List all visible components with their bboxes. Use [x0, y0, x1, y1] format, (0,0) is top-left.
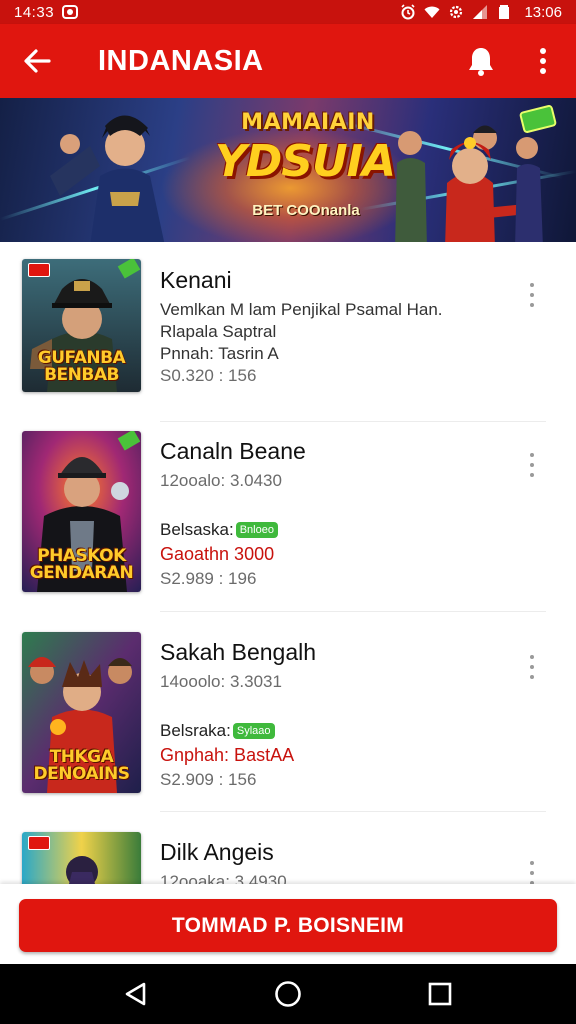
item-name: Sakah Bengalh — [160, 639, 317, 665]
status-icons: 13:06 — [400, 4, 562, 21]
list-item[interactable]: GUFANBA BENBAB Kenani Vemlkan M lam Penj… — [0, 242, 576, 422]
status-label: Belsraka: — [160, 721, 231, 740]
item-meta: 12ooaka: 3.4930 — [160, 872, 287, 884]
banner-hero-left — [50, 115, 165, 242]
page-title: INDANASIA — [98, 44, 264, 77]
item-info: Kenani Vemlkan M lam Penjikal Psamal Han… — [160, 267, 520, 387]
battery-icon — [496, 4, 512, 20]
item-subtitle: Rlapala Saptral — [160, 322, 277, 341]
app-notification-icon — [62, 5, 79, 19]
item-meta: 12ooalo: 3.0430 — [160, 471, 282, 490]
thumbnail-title: PHASKOK GENDARAN — [29, 546, 134, 583]
item-thumbnail: PHASKOK GENDARAN — [22, 431, 141, 592]
item-price: S2.989 : 196 — [160, 569, 257, 588]
more-vert-icon[interactable] — [526, 44, 560, 78]
app-badge-icon — [28, 263, 50, 277]
item-name: Dilk Angeis — [160, 839, 274, 865]
status-time-right: 13:06 — [524, 3, 562, 21]
item-name: Kenani — [160, 267, 232, 293]
system-nav-bar — [0, 964, 576, 1024]
item-status-row: Belsaska: Bnloeo — [160, 518, 520, 542]
item-description: Vemlkan M lam Penjikal Psamal Han. — [160, 300, 443, 319]
more-vert-icon[interactable] — [522, 450, 542, 480]
back-triangle-icon[interactable] — [116, 974, 156, 1014]
app-bar-actions — [464, 44, 560, 78]
banner-line2: YDSUIA — [214, 136, 396, 187]
settings-icon — [448, 4, 464, 20]
item-status-row: Belsraka: Sylaao — [160, 719, 520, 743]
status-bar: 14:33 13:06 — [0, 0, 576, 24]
promo-banner[interactable]: MAMAIAIN YDSUIA BET COOnanla — [0, 98, 576, 242]
status-badge: Sylaao — [232, 723, 275, 739]
back-arrow-icon[interactable] — [20, 44, 54, 78]
item-info: Sakah Bengalh 14ooolo: 3.3031 Belsraka: … — [160, 639, 520, 791]
bottom-action-area: TOMMAD P. BOISNEIM — [0, 884, 576, 964]
more-vert-icon[interactable] — [522, 280, 542, 310]
item-meta: 14ooolo: 3.3031 — [160, 672, 282, 691]
item-price: S2.909 : 156 — [160, 770, 257, 789]
home-circle-icon[interactable] — [268, 974, 308, 1014]
divider — [160, 811, 546, 812]
banner-line3: BET COOnanla — [252, 202, 360, 219]
more-vert-icon[interactable] — [522, 858, 542, 884]
item-price: S0.320 : 156 — [160, 366, 257, 385]
status-badge: Bnloeo — [235, 522, 278, 538]
primary-action-button[interactable]: TOMMAD P. BOISNEIM — [19, 899, 557, 952]
alarm-icon — [400, 4, 416, 20]
item-info: Dilk Angeis 12ooaka: 3.4930 — [160, 839, 520, 884]
list-item[interactable]: Dilk Angeis 12ooaka: 3.4930 — [0, 814, 576, 884]
list-item[interactable]: PHASKOK GENDARAN Canaln Beane 12ooalo: 3… — [0, 412, 576, 612]
list-item[interactable]: THKGA DENOAINS Sakah Bengalh 14ooolo: 3.… — [0, 612, 576, 812]
wifi-icon — [424, 4, 440, 20]
item-highlight: Gnphah: BastAA — [160, 745, 295, 765]
banner-line1: MAMAIAIN — [241, 110, 375, 135]
more-vert-icon[interactable] — [522, 652, 542, 682]
game-list: GUFANBA BENBAB Kenani Vemlkan M lam Penj… — [0, 242, 576, 884]
thumbnail-title: GUFANBA BENBAB — [37, 348, 126, 385]
app-badge-icon — [28, 836, 50, 850]
item-name: Canaln Beane — [160, 438, 306, 464]
item-detail: Pnnah: Tasrin A — [160, 344, 279, 363]
app-bar: INDANASIA — [0, 24, 576, 98]
item-thumbnail: THKGA DENOAINS — [22, 632, 141, 793]
item-thumbnail — [22, 832, 141, 884]
bell-icon[interactable] — [464, 44, 498, 78]
recents-square-icon[interactable] — [420, 974, 460, 1014]
item-info: Canaln Beane 12ooalo: 3.0430 Belsaska: B… — [160, 438, 520, 590]
thumbnail-title: THKGA DENOAINS — [33, 747, 130, 784]
item-thumbnail: GUFANBA BENBAB — [22, 259, 141, 392]
status-time: 14:33 — [14, 3, 55, 21]
signal-icon — [472, 4, 488, 20]
item-highlight: Gaoathn 3000 — [160, 544, 275, 564]
status-label: Belsaska: — [160, 520, 234, 539]
